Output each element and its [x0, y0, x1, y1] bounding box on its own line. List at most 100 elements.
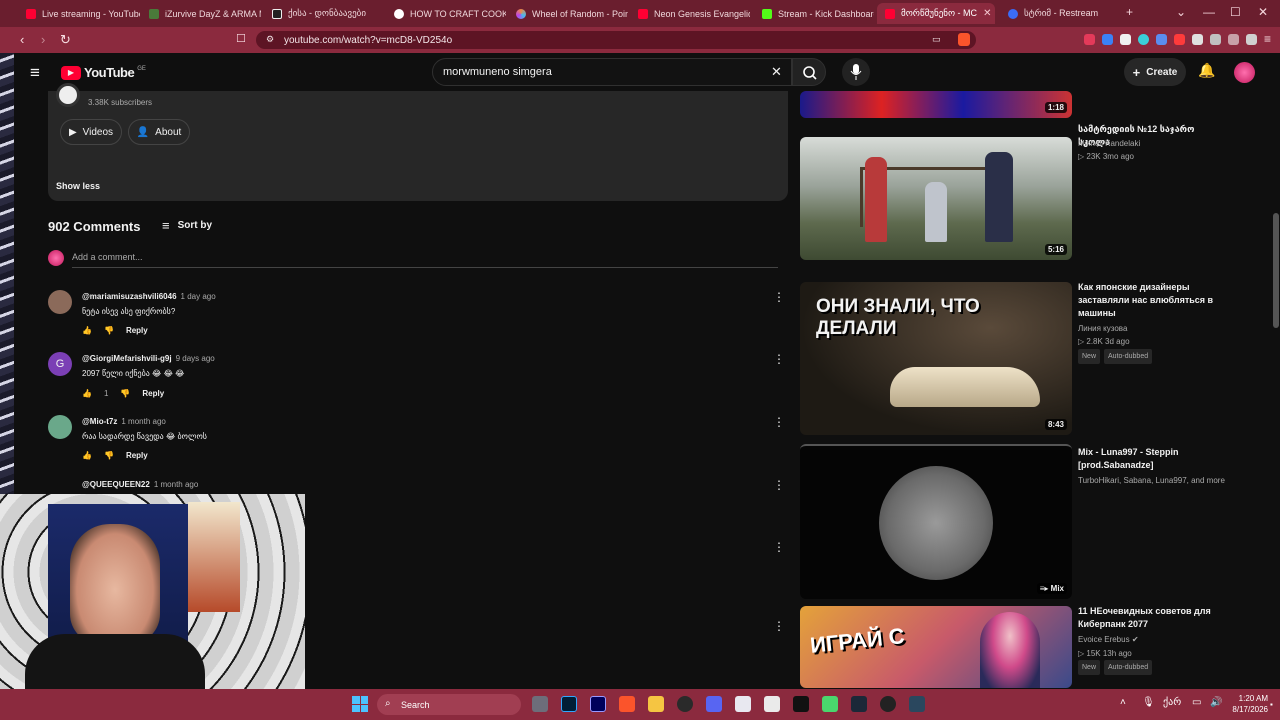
- start-button[interactable]: [352, 696, 368, 712]
- discord-icon[interactable]: [706, 696, 722, 712]
- more-options-icon[interactable]: ⋮: [773, 619, 785, 633]
- shield-extension-icon[interactable]: [1174, 34, 1185, 45]
- notifications-bell-icon[interactable]: 🔔: [1198, 62, 1215, 79]
- show-less-link[interactable]: Show less: [56, 181, 100, 191]
- tab-current-video[interactable]: მორწმუნენო - MC ✕: [877, 3, 995, 24]
- screen-icon[interactable]: ▭: [932, 34, 941, 45]
- site-info-icon[interactable]: ⚙: [266, 34, 274, 45]
- tab-kisa[interactable]: ქისა - დონბაავები: [264, 3, 384, 24]
- keyboard-language[interactable]: ქარ: [1163, 697, 1181, 708]
- clear-search-icon[interactable]: ✕: [771, 64, 782, 80]
- brave-shields-icon[interactable]: [958, 33, 970, 46]
- tab-craft-cooking[interactable]: HOW TO CRAFT COOKIN: [386, 3, 506, 24]
- capcut-icon[interactable]: [793, 696, 809, 712]
- forward-icon[interactable]: ›: [41, 32, 45, 47]
- scrollbar-thumb[interactable]: [1273, 213, 1279, 328]
- like-icon[interactable]: 👍: [82, 389, 92, 398]
- tab-evangelion[interactable]: Neon Genesis Evangelion: [630, 3, 750, 24]
- reply-button[interactable]: Reply: [126, 451, 148, 460]
- more-options-icon[interactable]: ⋮: [773, 415, 785, 429]
- extension-icon[interactable]: [1120, 34, 1131, 45]
- videos-button[interactable]: ▶ Videos: [60, 119, 122, 145]
- tab-izurvive[interactable]: iZurvive DayZ & ARMA M: [141, 3, 261, 24]
- search-button[interactable]: [792, 58, 826, 86]
- related-video-title[interactable]: Mix - Luna997 - Steppin [prod.Sabanadze]: [1078, 446, 1228, 472]
- tab-wheel-of-random[interactable]: Wheel of Random - Point: [508, 3, 628, 24]
- maximize-icon[interactable]: ☐: [1230, 5, 1241, 19]
- voice-search-button[interactable]: [842, 58, 870, 86]
- related-video-channel[interactable]: Mikheil Kandelaki: [1078, 137, 1140, 150]
- microphone-tray-icon[interactable]: 🎙: [1142, 697, 1155, 708]
- more-options-icon[interactable]: ⋮: [773, 352, 785, 366]
- wallet-icon[interactable]: [1228, 34, 1239, 45]
- reload-icon[interactable]: ↻: [60, 32, 71, 48]
- create-button[interactable]: + Create: [1124, 58, 1186, 86]
- related-video-thumbnail[interactable]: 5:16: [800, 137, 1072, 260]
- translate-extension-icon[interactable]: [1102, 34, 1113, 45]
- show-hidden-icons[interactable]: ˄: [1120, 697, 1126, 708]
- password-extension-icon[interactable]: [1156, 34, 1167, 45]
- bookmark-icon[interactable]: ☐: [236, 32, 246, 45]
- steam-icon[interactable]: [909, 696, 925, 712]
- commenter-avatar[interactable]: G: [48, 352, 72, 376]
- new-tab-button[interactable]: +: [1126, 5, 1133, 19]
- file-explorer-icon[interactable]: [648, 696, 664, 712]
- mail-icon[interactable]: [735, 696, 751, 712]
- menu-icon[interactable]: ≡: [1264, 32, 1271, 46]
- related-video-thumbnail[interactable]: 1:18: [800, 91, 1072, 118]
- puzzle-icon[interactable]: [1210, 34, 1221, 45]
- dislike-icon[interactable]: 👎: [104, 451, 114, 460]
- more-options-icon[interactable]: ⋮: [773, 290, 785, 304]
- more-options-icon[interactable]: ⋮: [773, 478, 785, 492]
- reply-button[interactable]: Reply: [126, 326, 148, 335]
- comment-author[interactable]: @mariamisuzashvili6046 1 day ago: [82, 292, 216, 301]
- related-video-channel[interactable]: TurboHikari, Sabana, Luna997, and more: [1078, 474, 1238, 487]
- photoshop-icon[interactable]: [561, 696, 577, 712]
- reply-button[interactable]: Reply: [142, 389, 164, 398]
- related-mix-thumbnail[interactable]: ≡▸ Mix: [800, 444, 1072, 599]
- davinci-icon[interactable]: [677, 696, 693, 712]
- dislike-icon[interactable]: 👎: [104, 326, 114, 335]
- channel-avatar[interactable]: [56, 83, 80, 107]
- brave-icon[interactable]: [619, 696, 635, 712]
- hamburger-menu-icon[interactable]: ≡: [30, 63, 40, 83]
- record-extension-icon[interactable]: [1084, 34, 1095, 45]
- more-options-icon[interactable]: ⋮: [773, 540, 785, 554]
- comment-author[interactable]: @Mio-t7z 1 month ago: [82, 417, 166, 426]
- add-comment-input[interactable]: Add a comment...: [72, 252, 778, 268]
- minimize-icon[interactable]: —: [1203, 5, 1215, 19]
- obs-icon[interactable]: [880, 696, 896, 712]
- comment-author[interactable]: @QUEEQUEEN22 1 month ago: [82, 480, 198, 489]
- like-icon[interactable]: 👍: [82, 451, 92, 460]
- volume-icon[interactable]: 🔊: [1210, 697, 1222, 708]
- tab-kick-dashboard[interactable]: Stream - Kick Dashboard: [754, 3, 874, 24]
- tab-restream[interactable]: სტრიმ - Restream: [1000, 3, 1118, 24]
- close-window-icon[interactable]: ✕: [1258, 5, 1268, 19]
- notifications-icon[interactable]: ▪: [1270, 700, 1273, 709]
- commenter-avatar[interactable]: [48, 290, 72, 314]
- xbox-app-icon[interactable]: [822, 696, 838, 712]
- address-bar[interactable]: ⚙ youtube.com/watch?v=mcD8-VD254o ▭: [256, 31, 976, 49]
- comment-author[interactable]: @GiorgiMefarishvili-g9j 9 days ago: [82, 354, 215, 363]
- related-video-channel[interactable]: Линия кузова: [1078, 322, 1127, 335]
- notepad-icon[interactable]: [764, 696, 780, 712]
- back-icon[interactable]: ‹: [20, 32, 24, 47]
- related-video-thumbnail[interactable]: ИГРАЙ С: [800, 606, 1072, 688]
- like-icon[interactable]: 👍: [82, 326, 92, 335]
- related-video-title[interactable]: 11 НЕочевидных советов для Киберпанк 207…: [1078, 605, 1228, 631]
- task-view-icon[interactable]: [532, 696, 548, 712]
- download-icon[interactable]: [1192, 34, 1203, 45]
- sort-by-button[interactable]: ≡ Sort by: [162, 218, 212, 233]
- taskbar-clock[interactable]: 1:20 AM 8/17/2026: [1228, 693, 1268, 715]
- page-scrollbar[interactable]: [1272, 91, 1280, 689]
- tab-live-streaming[interactable]: Live streaming - YouTube: [18, 3, 140, 24]
- account-avatar[interactable]: [1234, 62, 1255, 83]
- sidebar-toggle-icon[interactable]: [1246, 34, 1257, 45]
- about-button[interactable]: 👤 About: [128, 119, 190, 145]
- dislike-icon[interactable]: 👎: [120, 389, 130, 398]
- close-tab-icon[interactable]: ✕: [983, 8, 991, 19]
- taskbar-search[interactable]: ⌕ Search: [377, 694, 521, 715]
- search-input[interactable]: morwmuneno simgera ✕: [432, 58, 792, 86]
- premiere-icon[interactable]: [590, 696, 606, 712]
- related-video-channel[interactable]: Evoice Erebus ✔: [1078, 633, 1139, 646]
